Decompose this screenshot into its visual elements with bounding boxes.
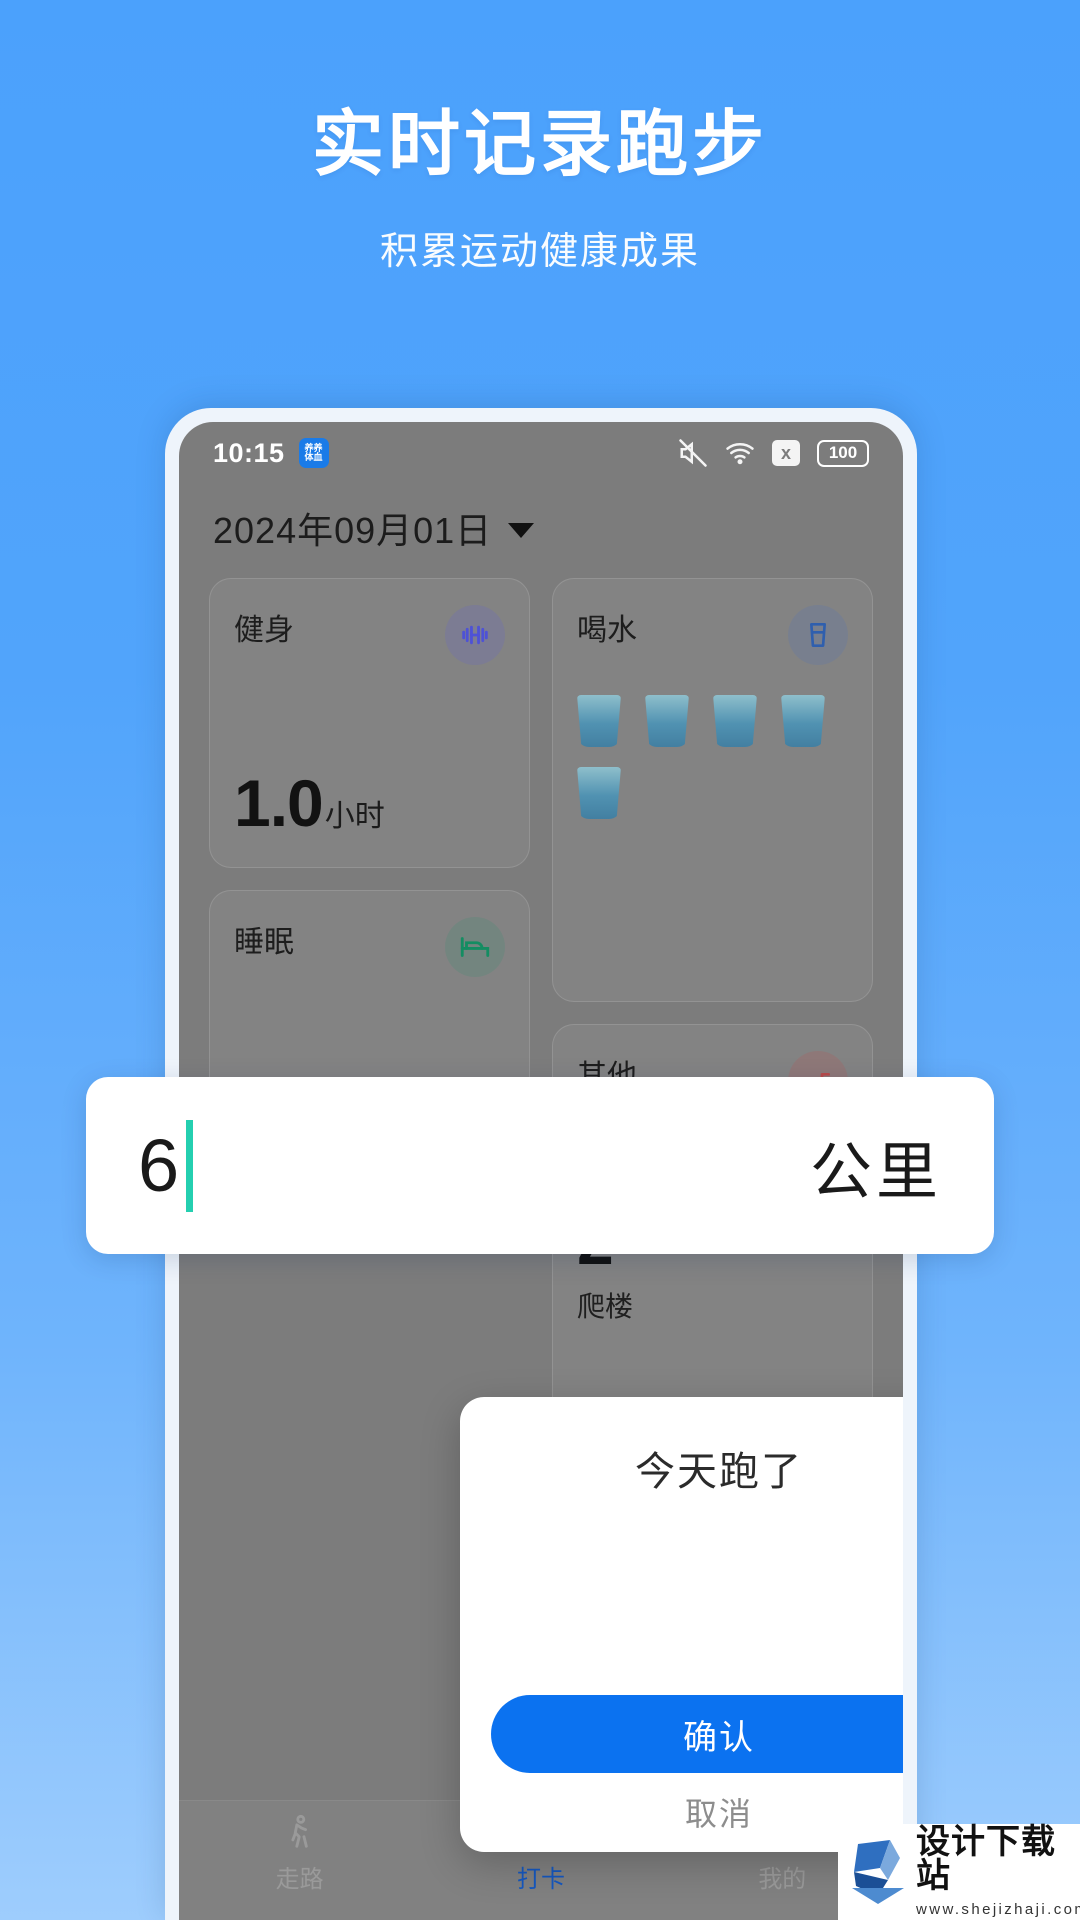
water-cup — [713, 695, 757, 747]
card-column-right: 喝水 爬楼 — [552, 578, 873, 1448]
water-cup — [781, 695, 825, 747]
distance-input-bar[interactable]: 6 公里 — [86, 1077, 994, 1254]
card-fitness[interactable]: 健身 1.0小时 — [209, 578, 530, 868]
card-fitness-value: 1.0 — [234, 766, 324, 840]
water-glass-icon — [788, 605, 848, 665]
battery-icon: 100 — [817, 439, 869, 467]
walking-icon — [291, 1814, 308, 1848]
card-sleep-head: 睡眠 — [234, 917, 505, 977]
status-bar: 10:15 养养 体血 x 100 — [179, 422, 903, 484]
status-bar-left: 10:15 养养 体血 — [213, 438, 329, 469]
nav-item-walk-label: 走路 — [275, 1866, 324, 1893]
text-cursor — [186, 1119, 194, 1212]
chevron-down-icon — [508, 522, 535, 538]
water-cup — [577, 695, 621, 747]
watermark-name: 设计下载站 — [916, 1824, 1056, 1895]
mute-icon — [679, 439, 707, 467]
promo-header: 实时记录跑步 积累运动健康成果 — [0, 105, 1080, 275]
card-water[interactable]: 喝水 — [552, 578, 873, 1002]
card-column-left: 健身 1.0小时 睡眠 — [209, 578, 530, 1448]
nav-item-profile-label: 我的 — [758, 1866, 807, 1893]
card-water-title: 喝水 — [577, 614, 637, 647]
page-subtitle: 积累运动健康成果 — [379, 230, 700, 273]
cancel-button[interactable]: 取消 — [460, 1789, 903, 1835]
app-badge-icon: 养养 体血 — [298, 438, 329, 468]
nav-item-walk[interactable]: 走路 — [179, 1813, 420, 1894]
water-cup — [645, 695, 689, 747]
card-fitness-head: 健身 — [234, 605, 505, 665]
card-sleep-title: 睡眠 — [234, 926, 294, 959]
date-label: 2024年09月01日 — [213, 510, 493, 551]
distance-input-field[interactable]: 6 — [138, 1119, 194, 1212]
watermark-logo-icon — [852, 1840, 904, 1904]
card-fitness-value-row: 1.0小时 — [234, 765, 505, 841]
card-other-sub: 爬楼 — [577, 1291, 634, 1322]
status-bar-right: x 100 — [678, 438, 869, 468]
confirm-button[interactable]: 确认 — [491, 1695, 903, 1773]
water-cup — [577, 767, 621, 819]
dialog-title: 今天跑了 — [635, 1450, 803, 1494]
x-icon: x — [772, 440, 800, 466]
card-fitness-unit: 小时 — [324, 800, 385, 833]
watermark: 设计下载站 www.shejizhaji.com — [838, 1824, 1080, 1920]
card-fitness-title: 健身 — [234, 614, 294, 647]
distance-unit-label: 公里 — [809, 1137, 942, 1207]
page-title: 实时记录跑步 — [311, 105, 768, 185]
nav-item-checkin-label: 打卡 — [516, 1866, 565, 1893]
status-time: 10:15 — [213, 437, 285, 468]
stat-card-grid: 健身 1.0小时 睡眠 喝水 爬楼 — [179, 564, 903, 1448]
water-cup-list — [577, 695, 848, 819]
date-selector[interactable]: 2024年09月01日 — [179, 484, 903, 564]
dumbbell-icon — [445, 605, 505, 665]
wifi-icon — [726, 442, 754, 465]
card-water-head: 喝水 — [577, 605, 848, 665]
distance-input-value: 6 — [138, 1123, 180, 1207]
watermark-url: www.shejizhaji.com — [916, 1901, 1080, 1918]
run-distance-dialog: 今天跑了 确认 取消 — [460, 1397, 903, 1852]
bed-icon — [445, 917, 505, 977]
